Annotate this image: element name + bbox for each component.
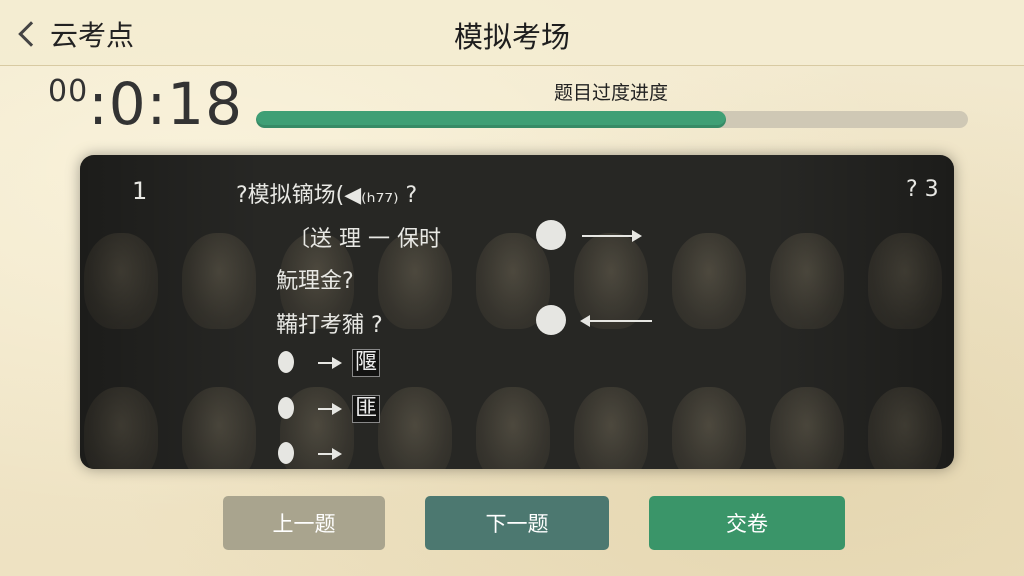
progress-fill — [256, 111, 726, 128]
arrow-right-icon — [582, 230, 642, 242]
progress-bar — [256, 111, 968, 128]
question-line-2: 魭理金? — [276, 269, 354, 294]
question-line-1: 〔送 理 一 保时 — [288, 227, 441, 252]
question-number: 1 — [132, 177, 148, 205]
match-dot-1[interactable] — [536, 220, 566, 250]
option-dot-3[interactable] — [278, 442, 294, 464]
match-dot-2[interactable] — [536, 305, 566, 335]
question-line-3: 鞴打考豧 ? — [276, 313, 383, 338]
prev-question-button[interactable]: 上一题 — [223, 496, 385, 550]
page-title: 模拟考场 — [453, 20, 570, 54]
question-header: ?模拟镝场(◀₍ₕ₇₇₎ ? — [236, 183, 418, 208]
question-header-right: ? 3 — [906, 177, 939, 202]
option-label-1: 隁 — [352, 349, 381, 377]
next-question-button[interactable]: 下一题 — [425, 496, 609, 550]
option-dot-2[interactable] — [278, 397, 294, 419]
timer-rest: :0:18 — [88, 70, 243, 138]
option-label-2: 匪 — [352, 395, 381, 423]
arrow-left-icon — [580, 315, 652, 327]
option-dot-1[interactable] — [278, 351, 294, 373]
nav-bar: 云考点 模拟考场 — [0, 0, 1024, 66]
timer-hours: 00 — [48, 74, 89, 109]
panel-shade — [80, 155, 954, 469]
progress-label: 题目过度进度 — [553, 82, 668, 104]
arrow-right-icon — [318, 448, 342, 460]
submit-exam-button[interactable]: 交卷 — [649, 496, 845, 550]
arrow-right-icon — [318, 403, 342, 415]
arrow-right-icon — [318, 357, 342, 369]
countdown-timer: 00:0:18 — [48, 72, 243, 136]
question-panel: 1 ?模拟镝场(◀₍ₕ₇₇₎ ? ? 3 〔送 理 一 保时 魭理金? 鞴打考豧… — [80, 155, 954, 469]
